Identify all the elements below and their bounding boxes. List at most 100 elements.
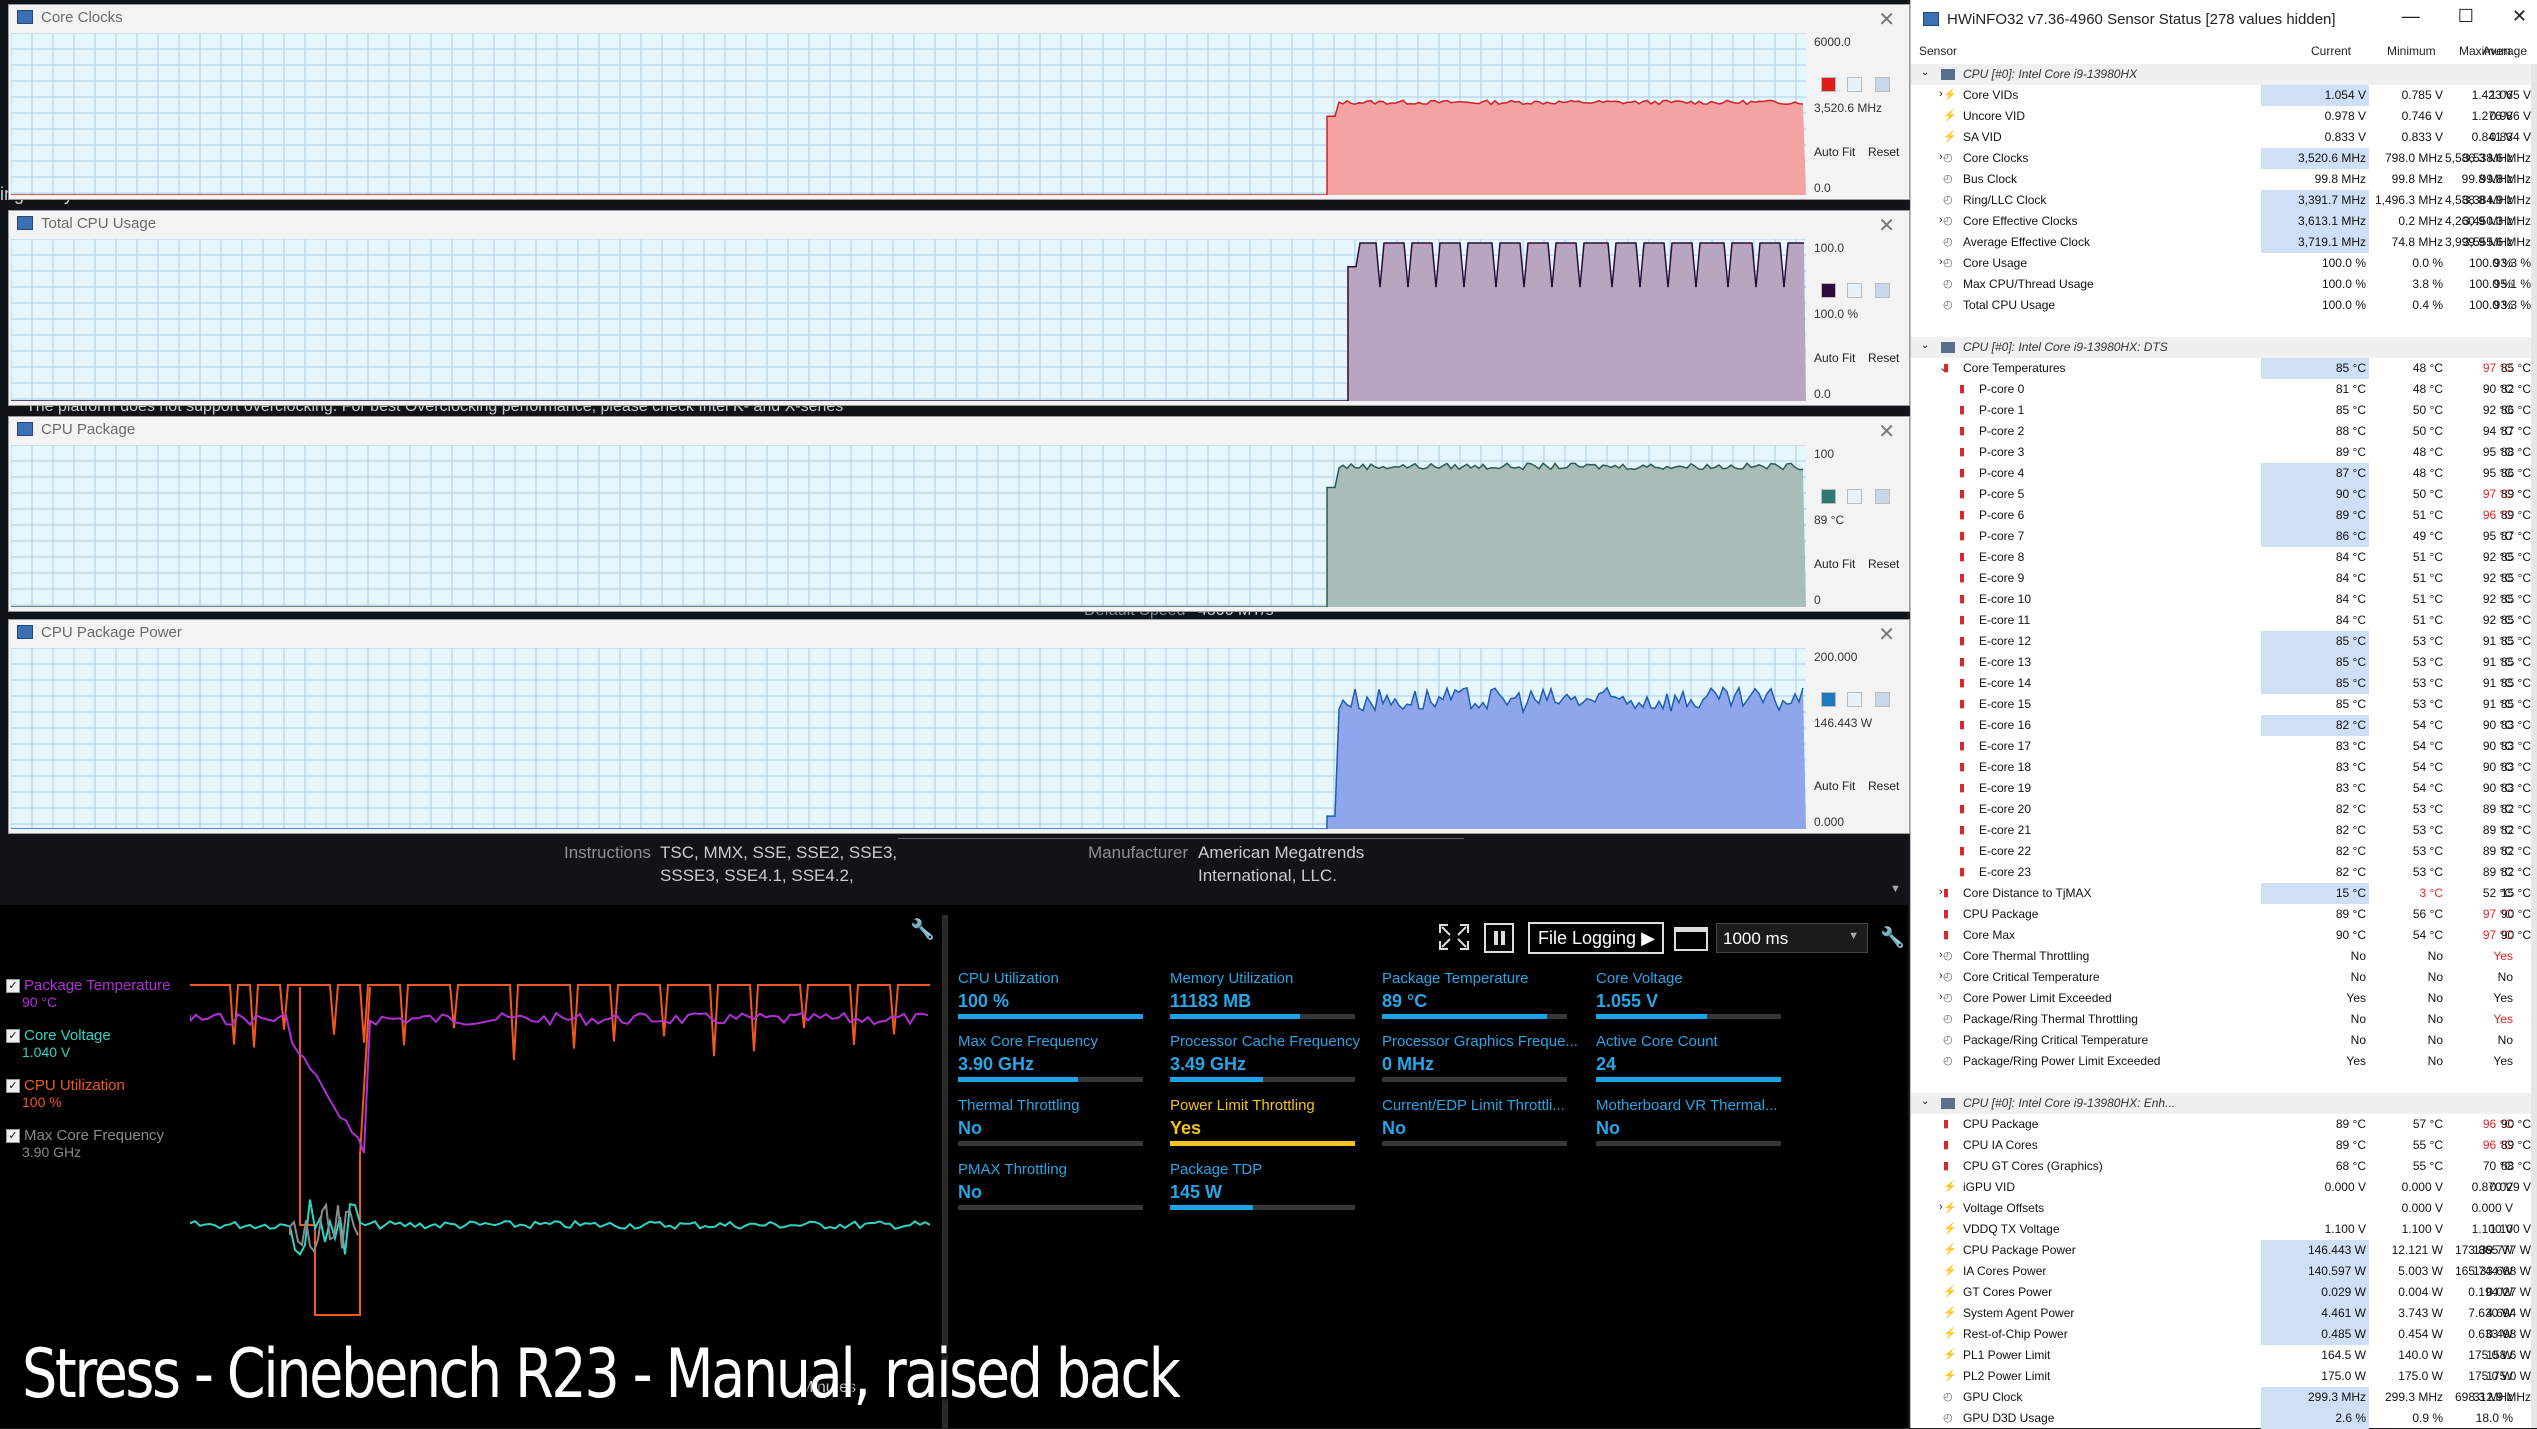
sensor-row[interactable]: ▮ E-core 18 83 °C 54 °C 90 °C 83 °C — [1911, 757, 2537, 778]
sensor-row[interactable]: › ◴ Core Effective Clocks 3,613.1 MHz 0.2 MH… — [1911, 211, 2537, 232]
scroll-down-icon[interactable]: ▼ — [1890, 883, 1901, 895]
col-current[interactable]: Current — [2311, 44, 2351, 58]
auto-fit-button[interactable]: Auto Fit — [1814, 557, 1855, 571]
sensor-row[interactable]: ▮ P-core 2 88 °C 50 °C 94 °C 87 °C — [1911, 421, 2537, 442]
reset-button[interactable]: Reset — [1868, 351, 1899, 365]
sensor-row[interactable]: ◴ GPU Clock 299.3 MHz 299.3 MHz 698.3 MHz 312… — [1911, 1387, 2537, 1408]
sensor-row[interactable]: ▮ E-core 8 84 °C 51 °C 92 °C 85 °C — [1911, 547, 2537, 568]
sensor-row[interactable]: ▮ E-core 17 83 °C 54 °C 90 °C 83 °C — [1911, 736, 2537, 757]
sensor-row[interactable]: ⚡ Uncore VID 0.978 V 0.746 V 1.276 V 0.986 V — [1911, 106, 2537, 127]
col-average[interactable]: Average — [2483, 44, 2527, 58]
sensor-row[interactable]: ⚡ iGPU VID 0.000 V 0.000 V 0.870 V 0.029 V — [1911, 1177, 2537, 1198]
sensor-row[interactable]: ▮ P-core 5 90 °C 50 °C 97 °C 89 °C — [1911, 484, 2537, 505]
sensor-row[interactable]: ◴ Bus Clock 99.8 MHz 99.8 MHz 99.8 MHz 99.8 M… — [1911, 169, 2537, 190]
sensor-row[interactable]: ▮ E-core 15 85 °C 53 °C 91 °C 85 °C — [1911, 694, 2537, 715]
sensor-row[interactable]: ⚡ CPU Package Power 146.443 W 12.121 W 173.8… — [1911, 1240, 2537, 1261]
minimize-button[interactable]: — — [2402, 6, 2420, 27]
reset-button[interactable]: Reset — [1868, 557, 1899, 571]
sensor-row[interactable]: ▮ E-core 13 85 °C 53 °C 91 °C 85 °C — [1911, 652, 2537, 673]
sensor-row[interactable]: ◴ Total CPU Usage 100.0 % 0.4 % 100.0 % 93.3 … — [1911, 295, 2537, 316]
series-color-swatch[interactable] — [1821, 283, 1836, 298]
swatch-blank[interactable] — [1847, 692, 1862, 707]
swatch-blank[interactable] — [1847, 77, 1862, 92]
sensor-row[interactable]: ▮ CPU IA Cores 89 °C 55 °C 96 °C 89 °C — [1911, 1135, 2537, 1156]
sensor-row[interactable]: ◴ GPU D3D Usage 2.6 % 0.9 % 18.0 % — [1911, 1408, 2537, 1429]
series-color-swatch[interactable] — [1821, 489, 1836, 504]
maximize-button[interactable]: ☐ — [2458, 6, 2474, 27]
sensor-row[interactable]: ◴ Ring/LLC Clock 3,391.7 MHz 1,496.3 MHz 4,5… — [1911, 190, 2537, 211]
sensor-row[interactable]: ▮ E-core 11 84 °C 51 °C 92 °C 85 °C — [1911, 610, 2537, 631]
close-icon[interactable]: ✕ — [1878, 419, 1895, 444]
legend-checkbox[interactable]: ✓ — [6, 979, 20, 993]
close-icon[interactable]: ✕ — [1878, 213, 1895, 238]
sensor-row[interactable]: ▮ Core Max 90 °C 54 °C 97 °C 90 °C — [1911, 925, 2537, 946]
sensor-row[interactable]: ▮ E-core 21 82 °C 53 °C 89 °C 82 °C — [1911, 820, 2537, 841]
col-sensor[interactable]: Sensor — [1919, 44, 1957, 58]
fullscreen-icon[interactable] — [1438, 923, 1470, 951]
sensor-row[interactable]: ⚡ SA VID 0.833 V 0.833 V 0.841 V 0.834 V — [1911, 127, 2537, 148]
folder-icon[interactable] — [1674, 927, 1708, 951]
sensor-row[interactable]: ◴ Package/Ring Critical Temperature No No No — [1911, 1030, 2537, 1051]
sensor-row[interactable]: ⚡ Rest-of-Chip Power 0.485 W 0.454 W 0.633 W… — [1911, 1324, 2537, 1345]
sensor-row[interactable]: ▮ E-core 14 85 °C 53 °C 91 °C 85 °C — [1911, 673, 2537, 694]
sensor-row[interactable]: › ◴ Core Thermal Throttling No No Yes — [1911, 946, 2537, 967]
sensor-row[interactable]: ▮ P-core 0 81 °C 48 °C 90 °C 82 °C — [1911, 379, 2537, 400]
sensor-row[interactable]: ▮ CPU Package 89 °C 56 °C 97 °C 90 °C — [1911, 904, 2537, 925]
swatch-blank[interactable] — [1875, 283, 1890, 298]
sensor-row[interactable]: ▮ E-core 22 82 °C 53 °C 89 °C 82 °C — [1911, 841, 2537, 862]
sensor-row[interactable]: › ◴ Core Clocks 3,520.6 MHz 798.0 MHz 5,586.3… — [1911, 148, 2537, 169]
pause-button[interactable] — [1484, 923, 1514, 953]
close-icon[interactable]: ✕ — [1878, 622, 1895, 647]
sensor-row[interactable]: ▮ P-core 7 86 °C 49 °C 95 °C 87 °C — [1911, 526, 2537, 547]
swatch-blank[interactable] — [1875, 77, 1890, 92]
sensor-group-header[interactable]: ⌄ CPU [#0]: Intel Core i9-13980HX: Enh..… — [1911, 1093, 2537, 1114]
sensor-row[interactable]: › ⚡ Core VIDs 1.054 V 0.785 V 1.423 V 1.065 V — [1911, 85, 2537, 106]
sensor-row[interactable]: ⚡ IA Cores Power 140.597 W 5.003 W 165.744 W… — [1911, 1261, 2537, 1282]
swatch-blank[interactable] — [1847, 489, 1862, 504]
sensor-row[interactable]: › ▮ Core Distance to TjMAX 15 °C 3 °C 52 °C 15… — [1911, 883, 2537, 904]
sensor-row[interactable]: ▮ E-core 16 82 °C 54 °C 90 °C 83 °C — [1911, 715, 2537, 736]
sensor-row[interactable]: ▮ E-core 12 85 °C 53 °C 91 °C 85 °C — [1911, 631, 2537, 652]
sensor-row[interactable]: ◴ Average Effective Clock 3,719.1 MHz 74.8 … — [1911, 232, 2537, 253]
sensor-row[interactable]: ▮ P-core 6 89 °C 51 °C 96 °C 89 °C — [1911, 505, 2537, 526]
reset-button[interactable]: Reset — [1868, 145, 1899, 159]
series-color-swatch[interactable] — [1821, 77, 1836, 92]
sensor-row[interactable]: ◴ Max CPU/Thread Usage 100.0 % 3.8 % 100.0 %… — [1911, 274, 2537, 295]
legend-checkbox[interactable]: ✓ — [6, 1129, 20, 1143]
collapse-chevron-icon[interactable]: ⌄ — [1921, 67, 1929, 78]
swatch-blank[interactable] — [1875, 692, 1890, 707]
sensor-row[interactable]: ⚡ GT Cores Power 0.029 W 0.004 W 0.194 W 0.02… — [1911, 1282, 2537, 1303]
sensor-row[interactable]: ▮ P-core 1 85 °C 50 °C 92 °C 86 °C — [1911, 400, 2537, 421]
sensor-row[interactable]: ▮ E-core 9 84 °C 51 °C 92 °C 85 °C — [1911, 568, 2537, 589]
sensor-row[interactable]: ⌄ ▮ Core Temperatures 85 °C 48 °C 97 °C 85 °C — [1911, 358, 2537, 379]
legend-checkbox[interactable]: ✓ — [6, 1079, 20, 1093]
auto-fit-button[interactable]: Auto Fit — [1814, 145, 1855, 159]
wrench-icon[interactable]: 🔧 — [910, 917, 935, 942]
reset-button[interactable]: Reset — [1868, 779, 1899, 793]
settings-wrench-icon[interactable]: 🔧 — [1880, 925, 1905, 950]
file-logging-button[interactable]: File Logging ▶ — [1528, 922, 1664, 954]
legend-checkbox[interactable]: ✓ — [6, 1029, 20, 1043]
sensor-row[interactable]: ▮ E-core 19 83 °C 54 °C 90 °C 83 °C — [1911, 778, 2537, 799]
sensor-row[interactable]: ▮ E-core 20 82 °C 53 °C 89 °C 82 °C — [1911, 799, 2537, 820]
sensor-group-header[interactable]: ⌄ CPU [#0]: Intel Core i9-13980HX: DTS — [1911, 337, 2537, 358]
col-minimum[interactable]: Minimum — [2387, 44, 2436, 58]
sensor-row[interactable]: ▮ CPU Package 89 °C 57 °C 96 °C 90 °C — [1911, 1114, 2537, 1135]
sensor-row[interactable]: › ⚡ Voltage Offsets 0.000 V 0.000 V — [1911, 1198, 2537, 1219]
sensor-group-header[interactable]: ⌄ CPU [#0]: Intel Core i9-13980HX — [1911, 64, 2537, 85]
close-button[interactable]: ✕ — [2512, 6, 2527, 27]
sensor-row[interactable]: ▮ E-core 23 82 °C 53 °C 89 °C 82 °C — [1911, 862, 2537, 883]
swatch-blank[interactable] — [1875, 489, 1890, 504]
swatch-blank[interactable] — [1847, 283, 1862, 298]
sensor-row[interactable]: ▮ P-core 3 89 °C 48 °C 95 °C 88 °C — [1911, 442, 2537, 463]
series-color-swatch[interactable] — [1821, 692, 1836, 707]
sensor-row[interactable]: ▮ CPU GT Cores (Graphics) 68 °C 55 °C 70 °C 6… — [1911, 1156, 2537, 1177]
collapse-chevron-icon[interactable]: ⌄ — [1921, 1096, 1929, 1107]
sensor-row[interactable]: ⚡ VDDQ TX Voltage 1.100 V 1.100 V 1.100 V 1.1… — [1911, 1219, 2537, 1240]
sensor-row[interactable]: ◴ Package/Ring Power Limit Exceeded Yes No Y… — [1911, 1051, 2537, 1072]
sensor-row[interactable]: ▮ P-core 4 87 °C 48 °C 95 °C 86 °C — [1911, 463, 2537, 484]
sensor-row[interactable]: ⚡ System Agent Power 4.461 W 3.743 W 7.630 W… — [1911, 1303, 2537, 1324]
sensor-row[interactable]: › ◴ Core Usage 100.0 % 0.0 % 100.0 % 93.3 % — [1911, 253, 2537, 274]
sensor-row[interactable]: › ◴ Core Critical Temperature No No No — [1911, 967, 2537, 988]
sensor-row[interactable]: ▮ E-core 10 84 °C 51 °C 92 °C 85 °C — [1911, 589, 2537, 610]
